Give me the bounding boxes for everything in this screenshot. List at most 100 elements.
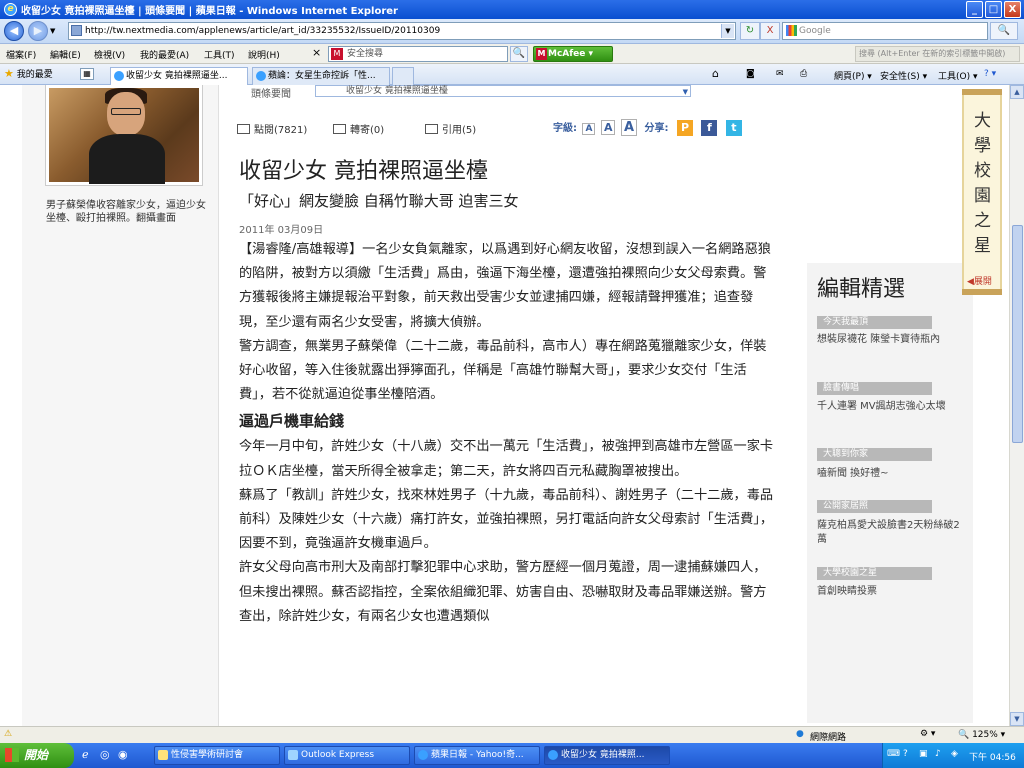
ie-icon [418, 750, 428, 760]
twitter-share-icon[interactable]: t [725, 120, 742, 136]
refresh-button[interactable]: ↻ [740, 22, 760, 40]
fontsize-label: 字級: [553, 123, 577, 134]
editor-category[interactable]: 公開家居照 [817, 500, 932, 513]
folder-icon [158, 750, 168, 760]
quick-tabs-icon[interactable]: ▦ [80, 68, 94, 80]
share-label: 分享: [644, 123, 669, 134]
mcafee-search-input[interactable]: M 安全搜尋 [328, 46, 508, 62]
nav-label[interactable]: 頭條要聞 [251, 89, 291, 100]
tab-article[interactable]: 收留少女 竟拍裸照逼坐... [110, 67, 248, 85]
font-large-button[interactable]: A [620, 119, 637, 136]
page-menu[interactable]: 網頁(P) ▾ [834, 69, 872, 82]
facebook-share-icon[interactable]: f [701, 120, 718, 136]
cite-link[interactable]: 引用(5) [425, 121, 476, 136]
feeds-icon[interactable]: ◙ [746, 69, 755, 79]
editor-item[interactable]: 嗑新聞 換好禮~ [817, 467, 962, 481]
menu-edit[interactable]: 編輯(E) [50, 48, 81, 61]
task-article[interactable]: 收留少女 竟拍裸照... [544, 746, 670, 765]
history-dropdown-icon[interactable]: ▼ [50, 27, 55, 35]
editor-category[interactable]: 今天我最頂 [817, 316, 932, 329]
system-tray: ⌨ ? ▣ ♪ ◈ 下午 04:56 [882, 743, 1024, 768]
section-heading: 逼過戶機車給錢 [239, 412, 345, 431]
editor-item[interactable]: 想裝尿襪花 陳瑩卡寶待瓶內 [817, 333, 962, 347]
menu-help[interactable]: 說明(H) [248, 48, 280, 61]
scroll-down-arrow-icon[interactable]: ▼ [1010, 712, 1024, 726]
scroll-thumb[interactable] [1012, 225, 1023, 443]
menu-tools[interactable]: 工具(T) [204, 48, 235, 61]
stop-button[interactable]: X [760, 22, 780, 40]
protected-mode-icon[interactable]: ⚙ ▾ [920, 729, 935, 739]
page-content: 男子蘇榮偉收容離家少女，逼迫少女坐檯、毆打拍裸照。翻攝畫面 頭條要聞 收留少女 … [0, 85, 1009, 726]
editor-item[interactable]: 薩克柏爲愛犬設臉書2天粉絲破2萬 [817, 519, 962, 547]
chevron-down-icon: ▼ [682, 88, 688, 96]
title-bar: e 收留少女 竟拍裸照逼坐檯 | 頭條要聞 | 蘋果日報 - Windows I… [0, 0, 1024, 19]
mail-icon[interactable]: ✉ [776, 69, 784, 79]
mcafee-button[interactable]: M McAfee ▾ [533, 46, 613, 62]
scroll-up-arrow-icon[interactable]: ▲ [1010, 85, 1024, 99]
windows-flag-icon [5, 748, 19, 762]
editor-item[interactable]: 千人連署 MV諷胡志強心太壞 [817, 400, 962, 414]
address-input[interactable]: http://tw.nextmedia.com/applenews/articl… [68, 22, 736, 40]
minimize-button[interactable]: _ [966, 1, 983, 18]
views-link[interactable]: 點閱(7821) [237, 121, 307, 136]
font-small-button[interactable]: A [582, 123, 596, 135]
menu-favorites[interactable]: 我的最愛(A) [140, 48, 189, 61]
forward-button[interactable]: ▶ [28, 21, 48, 41]
tab-commentary[interactable]: 蘋論：女星生命控訴「性... [252, 67, 390, 85]
help-tray-icon[interactable]: ? [903, 749, 908, 759]
forward-link[interactable]: 轉寄(0) [333, 121, 384, 136]
editor-category[interactable]: 臉書傳唱 [817, 382, 932, 395]
help-menu[interactable]: ? ▾ [984, 69, 996, 79]
task-seminar[interactable]: 性侵害學術研討會 [154, 746, 280, 765]
address-dropdown-icon[interactable]: ▼ [721, 24, 734, 38]
cite-icon [425, 124, 438, 134]
banner-expand-button[interactable]: ◀展開 [967, 274, 992, 287]
outlook-icon [288, 750, 298, 760]
clock[interactable]: 下午 04:56 [969, 750, 1016, 763]
volume-icon[interactable]: ♪ [935, 749, 941, 759]
safety-menu[interactable]: 安全性(S) ▾ [880, 69, 927, 82]
font-size-controls: 字級: A A A 分享: P f t [553, 119, 742, 136]
start-button[interactable]: 開始 [0, 743, 74, 768]
network-icon[interactable]: ▣ [919, 749, 928, 759]
quicklaunch-ie-icon[interactable]: ℯ [82, 748, 89, 761]
mcafee-search-button[interactable]: 🔍 [510, 46, 528, 62]
toolbar-close-icon[interactable]: × [312, 46, 321, 59]
favorites-button[interactable]: ★ 我的最愛 [4, 67, 53, 80]
favorites-tab-bar: ★ 我的最愛 ▦ 收留少女 竟拍裸照逼坐... 蘋論：女星生命控訴「性... ⌂… [0, 64, 1024, 85]
paragraph: 許女父母向高市刑大及南部打擊犯罪中心求助，警方歷經一個月蒐證，周一逮捕蘇嫌四人，… [239, 560, 767, 624]
start-label: 開始 [24, 748, 49, 762]
search-hint-box[interactable]: 搜尋 (Alt+Enter 在新的索引標籤中開啟) [855, 46, 1020, 62]
keyboard-icon[interactable]: ⌨ [887, 749, 900, 759]
editor-category[interactable]: 大學校園之星 [817, 567, 932, 580]
article-select[interactable]: 收留少女 竟拍裸照逼坐檯 ▼ [315, 85, 691, 97]
article-photo[interactable] [46, 85, 202, 185]
tools-menu[interactable]: 工具(O) ▾ [938, 69, 978, 82]
quicklaunch-media-icon[interactable]: ◉ [118, 748, 128, 761]
window-title: 收留少女 竟拍裸照逼坐檯 | 頭條要聞 | 蘋果日報 - Windows Int… [21, 6, 398, 17]
editor-item[interactable]: 首創映睛投票 [817, 585, 962, 599]
task-outlook[interactable]: Outlook Express [284, 746, 410, 765]
ie-icon [548, 750, 558, 760]
plurk-share-icon[interactable]: P [676, 120, 693, 136]
task-yahoo[interactable]: 蘋果日報 - Yahoo!奇... [414, 746, 540, 765]
quicklaunch-show-desktop-icon[interactable]: ◎ [100, 748, 110, 761]
close-button[interactable]: X [1004, 1, 1021, 18]
zoom-level[interactable]: 🔍 125% ▾ [958, 730, 1005, 740]
vertical-scrollbar[interactable]: ▲ ▼ [1009, 85, 1024, 726]
maximize-button[interactable]: □ [985, 1, 1002, 18]
search-input[interactable]: Google [782, 22, 988, 40]
menu-view[interactable]: 檢視(V) [94, 48, 125, 61]
menu-file[interactable]: 檔案(F) [6, 48, 36, 61]
left-column: 男子蘇榮偉收容離家少女，逼迫少女坐檯、毆打拍裸照。翻攝畫面 [22, 85, 218, 726]
new-tab-button[interactable] [392, 67, 414, 85]
favorites-label: 我的最愛 [16, 70, 53, 80]
home-icon[interactable]: ⌂ [712, 67, 719, 80]
security-icon[interactable]: ◈ [951, 749, 958, 759]
font-medium-button[interactable]: A [600, 120, 616, 135]
editor-category[interactable]: 大聰到你家 [817, 448, 932, 461]
campus-star-banner[interactable]: 大學校園之星 ◀展開 [962, 89, 1002, 295]
print-icon[interactable]: ⎙ [800, 69, 807, 79]
back-button[interactable]: ◀ [4, 21, 24, 41]
search-go-button[interactable]: 🔍 [990, 22, 1018, 40]
